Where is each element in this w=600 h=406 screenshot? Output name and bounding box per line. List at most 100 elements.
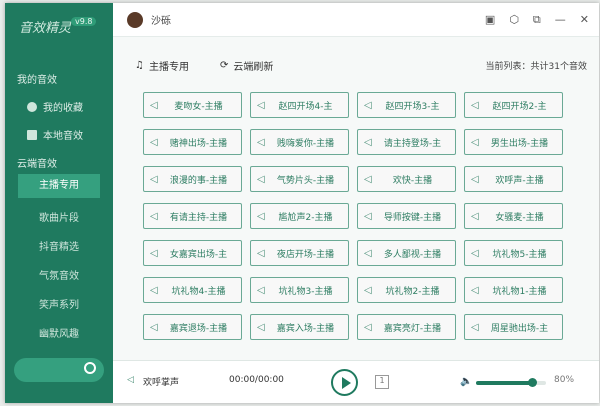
time-display: 00:00/00:00 — [229, 375, 284, 385]
volume-icon[interactable]: 🔈 — [460, 376, 472, 387]
sound-label: 嘉宾退场-主播 — [169, 323, 228, 334]
sound-button[interactable]: ◁ 周星驰出场-主 — [464, 314, 563, 340]
sound-label: 坑礼物2-主播 — [385, 286, 440, 297]
sound-tag-icon: ◁ — [150, 247, 158, 259]
sound-tag-icon: ◁ — [257, 136, 265, 148]
sidebar-item-humor[interactable]: 幽默风趣 — [5, 325, 113, 340]
sound-label: 导师按键-主播 — [383, 212, 442, 223]
sound-button[interactable]: ◁ 女骚麦-主播 — [464, 203, 563, 229]
sound-label: 嘉宾入场-主播 — [276, 323, 335, 334]
sound-button[interactable]: ◁ 麦吻女-主播 — [143, 92, 242, 118]
sound-tag-icon: ◁ — [364, 173, 372, 185]
sound-label: 周星驰出场-主 — [490, 323, 549, 334]
sound-label: 赌神出场-主播 — [169, 138, 228, 149]
sound-label: 坑礼物5-主播 — [492, 249, 547, 260]
sound-button[interactable]: ◁ 气势片头-主播 — [250, 166, 349, 192]
sound-button[interactable]: ◁ 有请主持-主播 — [143, 203, 242, 229]
sound-button[interactable]: ◁ 赌神出场-主播 — [143, 129, 242, 155]
volume-label: 80% — [554, 375, 575, 385]
sound-tag-icon: ◁ — [150, 136, 158, 148]
sound-label: 坑礼物4-主播 — [171, 286, 226, 297]
skin-icon[interactable]: ▣ — [485, 13, 495, 27]
sound-tag-icon: ◁ — [257, 173, 265, 185]
sound-button[interactable]: ◁ 浪漫的事-主播 — [143, 166, 242, 192]
mini-mode-icon[interactable]: ⧉ — [533, 13, 541, 27]
sound-tag-icon: ◁ — [150, 284, 158, 296]
sound-tag-icon: ◁ — [257, 99, 265, 111]
sound-label: 嘉宾亮灯-主播 — [383, 323, 442, 334]
sound-button[interactable]: ◁ 赵四开场2-主 — [464, 92, 563, 118]
sound-tag-icon: ◁ — [471, 99, 479, 111]
sound-label: 气势片头-主播 — [276, 175, 335, 186]
sidebar-item-song-clips[interactable]: 歌曲片段 — [5, 209, 113, 224]
sound-label: 赵四开场2-主 — [492, 101, 547, 112]
sound-button[interactable]: ◁ 女嘉宾出场-主 — [143, 240, 242, 266]
sound-tag-icon: ◁ — [471, 210, 479, 222]
sound-button[interactable]: ◁ 贱嗨爱你-主播 — [250, 129, 349, 155]
sound-button[interactable]: ◁ 嘉宾入场-主播 — [250, 314, 349, 340]
sidebar-item-local[interactable]: 本地音效 — [27, 127, 83, 142]
sound-label: 坑礼物3-主播 — [278, 286, 333, 297]
sound-button[interactable]: ◁ 赵四开场3-主 — [357, 92, 456, 118]
header: 沙砾 ▣ ⬡ ⧉ — ✕ — [113, 3, 599, 37]
loop-button[interactable]: 1 — [375, 375, 389, 389]
sound-button[interactable]: ◁ 欢快-主播 — [357, 166, 456, 192]
sound-button[interactable]: ◁ 男生出场-主播 — [464, 129, 563, 155]
settings-icon[interactable]: ⬡ — [509, 13, 519, 27]
sound-button[interactable]: ◁ 嘉宾亮灯-主播 — [357, 314, 456, 340]
sound-tag-icon: ◁ — [257, 321, 265, 333]
sound-button[interactable]: ◁ 坑礼物4-主播 — [143, 277, 242, 303]
sound-tag-icon: ◁ — [471, 321, 479, 333]
sound-button[interactable]: ◁ 坑礼物3-主播 — [250, 277, 349, 303]
sound-button[interactable]: ◁ 赵四开场4-主 — [250, 92, 349, 118]
sidebar-item-atmosphere[interactable]: 气氛音效 — [5, 267, 113, 282]
sound-label: 贱嗨爱你-主播 — [276, 138, 335, 149]
close-icon[interactable]: ✕ — [580, 13, 589, 27]
sound-tag-icon: ◁ — [364, 321, 372, 333]
sound-tag-icon: ◁ — [364, 247, 372, 259]
playlist-icon: ♫ — [135, 60, 144, 71]
favorites-icon — [27, 101, 37, 112]
volume-handle[interactable] — [528, 378, 537, 387]
sidebar: 音效精灵 v9.8 我的音效 我的收藏 本地音效 云端音效 主播专用 歌曲片段 … — [5, 3, 113, 403]
app-logo: 音效精灵 — [19, 21, 72, 36]
sidebar-item-anchor[interactable]: 主播专用 — [18, 174, 100, 198]
sound-button[interactable]: ◁ 夜店开场-主播 — [250, 240, 349, 266]
sound-button[interactable]: ◁ 坑礼物1-主播 — [464, 277, 563, 303]
minimize-icon[interactable]: — — [555, 13, 566, 27]
sound-button[interactable]: ◁ 欢呼声-主播 — [464, 166, 563, 192]
sound-button[interactable]: ◁ 嘉宾退场-主播 — [143, 314, 242, 340]
category-tab[interactable]: ♫ 主播专用 — [135, 58, 189, 73]
player-bar: ◁ 欢呼掌声 00:00/00:00 1 🔈 80% — [113, 360, 599, 403]
current-sound: 欢呼掌声 — [143, 378, 180, 388]
sound-tag-icon: ◁ — [150, 321, 158, 333]
sidebar-item-douyin[interactable]: 抖音精选 — [5, 238, 113, 253]
search-input[interactable] — [14, 358, 104, 382]
sound-tag-icon: ◁ — [257, 210, 265, 222]
sound-button[interactable]: ◁ 导师按键-主播 — [357, 203, 456, 229]
volume-slider[interactable] — [476, 378, 546, 387]
sound-tag-icon: ◁ — [364, 210, 372, 222]
sound-label: 浪漫的事-主播 — [169, 175, 228, 186]
sound-tag-icon: ◁ — [257, 284, 265, 296]
sound-label: 女骚麦-主播 — [495, 212, 544, 223]
avatar[interactable] — [127, 11, 143, 28]
play-button[interactable] — [331, 369, 358, 396]
search-icon[interactable] — [84, 362, 96, 374]
local-icon — [27, 129, 37, 140]
sound-tag-icon: ◁ — [364, 99, 372, 111]
sound-button[interactable]: ◁ 多人鄙视-主播 — [357, 240, 456, 266]
username: 沙砾 — [151, 16, 171, 27]
sidebar-item-laughter[interactable]: 笑声系列 — [5, 296, 113, 311]
sound-label: 女嘉宾出场-主 — [169, 249, 228, 260]
sound-button[interactable]: ◁ 坑礼物2-主播 — [357, 277, 456, 303]
sound-button[interactable]: ◁ 请主持登场-主 — [357, 129, 456, 155]
sound-tag-icon: ◁ — [471, 173, 479, 185]
sound-tag-icon: ◁ — [471, 247, 479, 259]
refresh-button[interactable]: ⟳ 云端刷新 — [220, 58, 273, 73]
sidebar-item-favorites[interactable]: 我的收藏 — [27, 99, 83, 114]
sound-button[interactable]: ◁ 尴尬声2-主播 — [250, 203, 349, 229]
refresh-label: 云端刷新 — [233, 62, 274, 73]
sound-button[interactable]: ◁ 坑礼物5-主播 — [464, 240, 563, 266]
section-my-sounds: 我的音效 — [17, 75, 57, 86]
